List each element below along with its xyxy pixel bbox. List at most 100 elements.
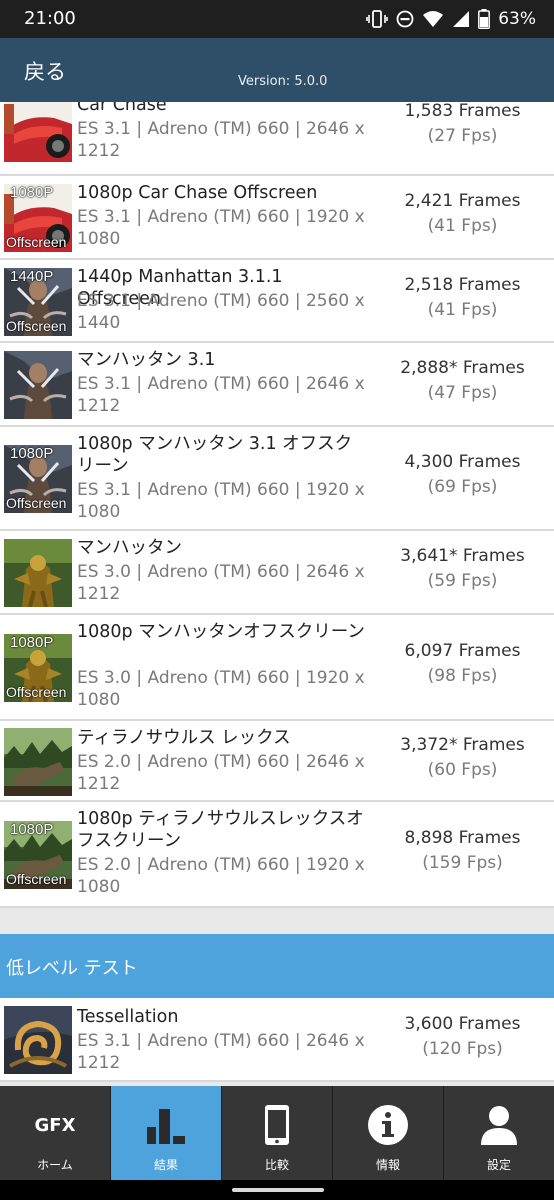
benchmark-title: 1080p ティラノサウルスレックスオフスクリーン [77,809,364,851]
benchmark-spec: ES 3.0 | Adreno (TM) 660 | 1920 x 1080 [77,668,365,710]
resolution-badge: 1440P [10,268,54,285]
status-time: 21:00 [24,8,76,29]
benchmark-spec: ES 3.0 | Adreno (TM) 660 | 2646 x 1212 [77,562,365,604]
bar-chart-icon [111,1102,221,1148]
benchmark-fps: (159 Fps) [422,853,503,873]
resolution-badge: 1080P [10,445,54,462]
benchmark-fps: (60 Fps) [427,760,498,780]
user-icon [444,1102,554,1148]
benchmark-frames: 4,300 Frames [404,452,521,472]
benchmark-fps: (120 Fps) [422,1039,503,1059]
section-header-low-level: 低レベル テスト [0,934,554,998]
benchmark-fps: (27 Fps) [427,126,498,146]
benchmark-thumbnail [4,728,72,796]
offscreen-badge: Offscreen [6,684,67,700]
benchmark-frames: 3,372* Frames [400,735,525,755]
benchmark-title: マンハッタン [77,538,182,558]
benchmark-fps: (59 Fps) [427,571,498,591]
nav-info-label: 情報 [375,1158,400,1172]
version-label: Version: 5.0.0 [238,74,328,89]
result-row[interactable]: 1440P Offscreen 1440p Manhattan 3.1.1 Offs… [0,260,554,343]
nav-settings-label: 設定 [486,1158,511,1172]
nav-home-label: ホーム [37,1158,73,1172]
result-row[interactable]: 1080P Offscreen 1080p マンハッタン 3.1 オフスクリーン ES… [0,427,554,531]
benchmark-spec: ES 3.1 | Adreno (TM) 660 | 1920 x 1080 [77,480,365,522]
benchmark-spec: ES 3.1 | Adreno (TM) 660 | 2646 x 1212 [77,374,365,416]
gfx-home-icon: GFX [34,1114,76,1136]
benchmark-thumbnail [4,1006,72,1074]
result-row[interactable]: Tessellation ES 3.1 | Adreno (TM) 660 | 2… [0,998,554,1082]
result-row[interactable]: ティラノサウルス レックス ES 2.0 | Adreno (TM) 660 | … [0,721,554,802]
benchmark-title: Tessellation [77,1007,179,1027]
benchmark-frames: 2,421 Frames [404,191,521,211]
benchmark-frames: 1,583 Frames [404,102,521,121]
phone-icon [222,1102,332,1148]
nav-compare-label: 比較 [264,1158,289,1172]
benchmark-frames: 6,097 Frames [404,641,521,661]
resolution-badge: 1080P [10,821,54,838]
nav-results[interactable]: 結果 [111,1086,221,1180]
benchmark-thumbnail: 1440P Offscreen [4,268,72,336]
benchmark-spec: ES 3.1 | Adreno (TM) 660 | 2646 x 1212 [77,119,365,161]
benchmark-spec: ES 3.1 | Adreno (TM) 660 | 2646 x 1212 [77,1031,365,1073]
resolution-badge: 1080P [10,634,54,651]
benchmark-title: 1080p マンハッタン 3.1 オフスクリーン [77,434,353,476]
offscreen-badge: Offscreen [6,495,67,511]
benchmark-title: マンハッタン 3.1 [77,350,216,370]
benchmark-frames: 2,518 Frames [404,275,521,295]
benchmark-frames: 2,888* Frames [400,358,525,378]
battery-percent: 63% [498,9,536,29]
status-icons: 63% [366,7,536,31]
benchmark-thumbnail [4,102,72,162]
vibrate-icon [366,9,389,29]
benchmark-fps: (69 Fps) [427,477,498,497]
status-bar: 21:00 63% [0,0,554,38]
benchmark-thumbnail: 1080P Offscreen [4,634,72,702]
nav-results-label: 結果 [153,1158,178,1172]
wifi-icon [422,10,444,28]
result-row[interactable]: 1080P Offscreen 1080p マンハッタンオフスクリーン ES 3.0 … [0,615,554,721]
battery-icon [478,9,491,29]
benchmark-thumbnail: 1080P Offscreen [4,184,72,252]
dnd-icon [396,10,414,28]
section-title: 低レベル テスト [6,958,138,979]
benchmark-spec: ES 3.1 | Adreno (TM) 660 | 1920 x 1080 [77,207,365,249]
benchmark-title: 1080p マンハッタンオフスクリーン [77,622,365,642]
bottom-nav: GFX ホーム 結果 比較 情報 設定 [0,1086,554,1180]
benchmark-thumbnail: 1080P Offscreen [4,821,72,889]
benchmark-spec: ES 3.1 | Adreno (TM) 660 | 2560 x 1440 [77,291,365,333]
back-button[interactable]: 戻る [24,56,66,86]
offscreen-badge: Offscreen [6,318,67,334]
result-row[interactable]: Car Chase ES 3.1 | Adreno (TM) 660 | 2646… [0,102,554,176]
benchmark-title: Car Chase [77,102,167,115]
result-row[interactable]: マンハッタン 3.1 ES 3.1 | Adreno (TM) 660 | 264… [0,343,554,427]
results-list-view[interactable]: Car Chase ES 3.1 | Adreno (TM) 660 | 2646… [0,102,554,1086]
benchmark-title: 1080p Car Chase Offscreen [77,183,318,203]
benchmark-fps: (41 Fps) [427,216,498,236]
nav-home[interactable]: GFX ホーム [0,1086,110,1180]
nav-compare[interactable]: 比較 [222,1086,332,1180]
offscreen-badge: Offscreen [6,871,67,887]
benchmark-fps: (47 Fps) [427,383,498,403]
result-row[interactable]: マンハッタン ES 3.0 | Adreno (TM) 660 | 2646 x … [0,531,554,615]
benchmark-spec: ES 2.0 | Adreno (TM) 660 | 2646 x 1212 [77,752,365,794]
benchmark-frames: 8,898 Frames [404,828,521,848]
benchmark-thumbnail [4,351,72,419]
benchmark-fps: (41 Fps) [427,300,498,320]
benchmark-thumbnail: 1080P Offscreen [4,445,72,513]
benchmark-frames: 3,641* Frames [400,546,525,566]
benchmark-thumbnail [4,539,72,607]
gesture-handle[interactable] [232,1188,324,1192]
nav-settings[interactable]: 設定 [444,1086,554,1180]
result-row[interactable]: 1080P Offscreen 1080p Car Chase Offscreen E… [0,176,554,260]
offscreen-badge: Offscreen [6,234,67,250]
app-header: 戻る Version: 5.0.0 [0,38,554,102]
signal-icon [452,10,470,28]
result-row[interactable]: 1080P Offscreen 1080p ティラノサウルスレックスオフスクリーン E… [0,802,554,908]
benchmark-spec: ES 2.0 | Adreno (TM) 660 | 1920 x 1080 [77,855,365,897]
nav-info[interactable]: 情報 [333,1086,443,1180]
benchmark-frames: 3,600 Frames [404,1014,521,1034]
info-icon [333,1102,443,1148]
benchmark-title: ティラノサウルス レックス [77,728,291,748]
resolution-badge: 1080P [10,184,54,201]
